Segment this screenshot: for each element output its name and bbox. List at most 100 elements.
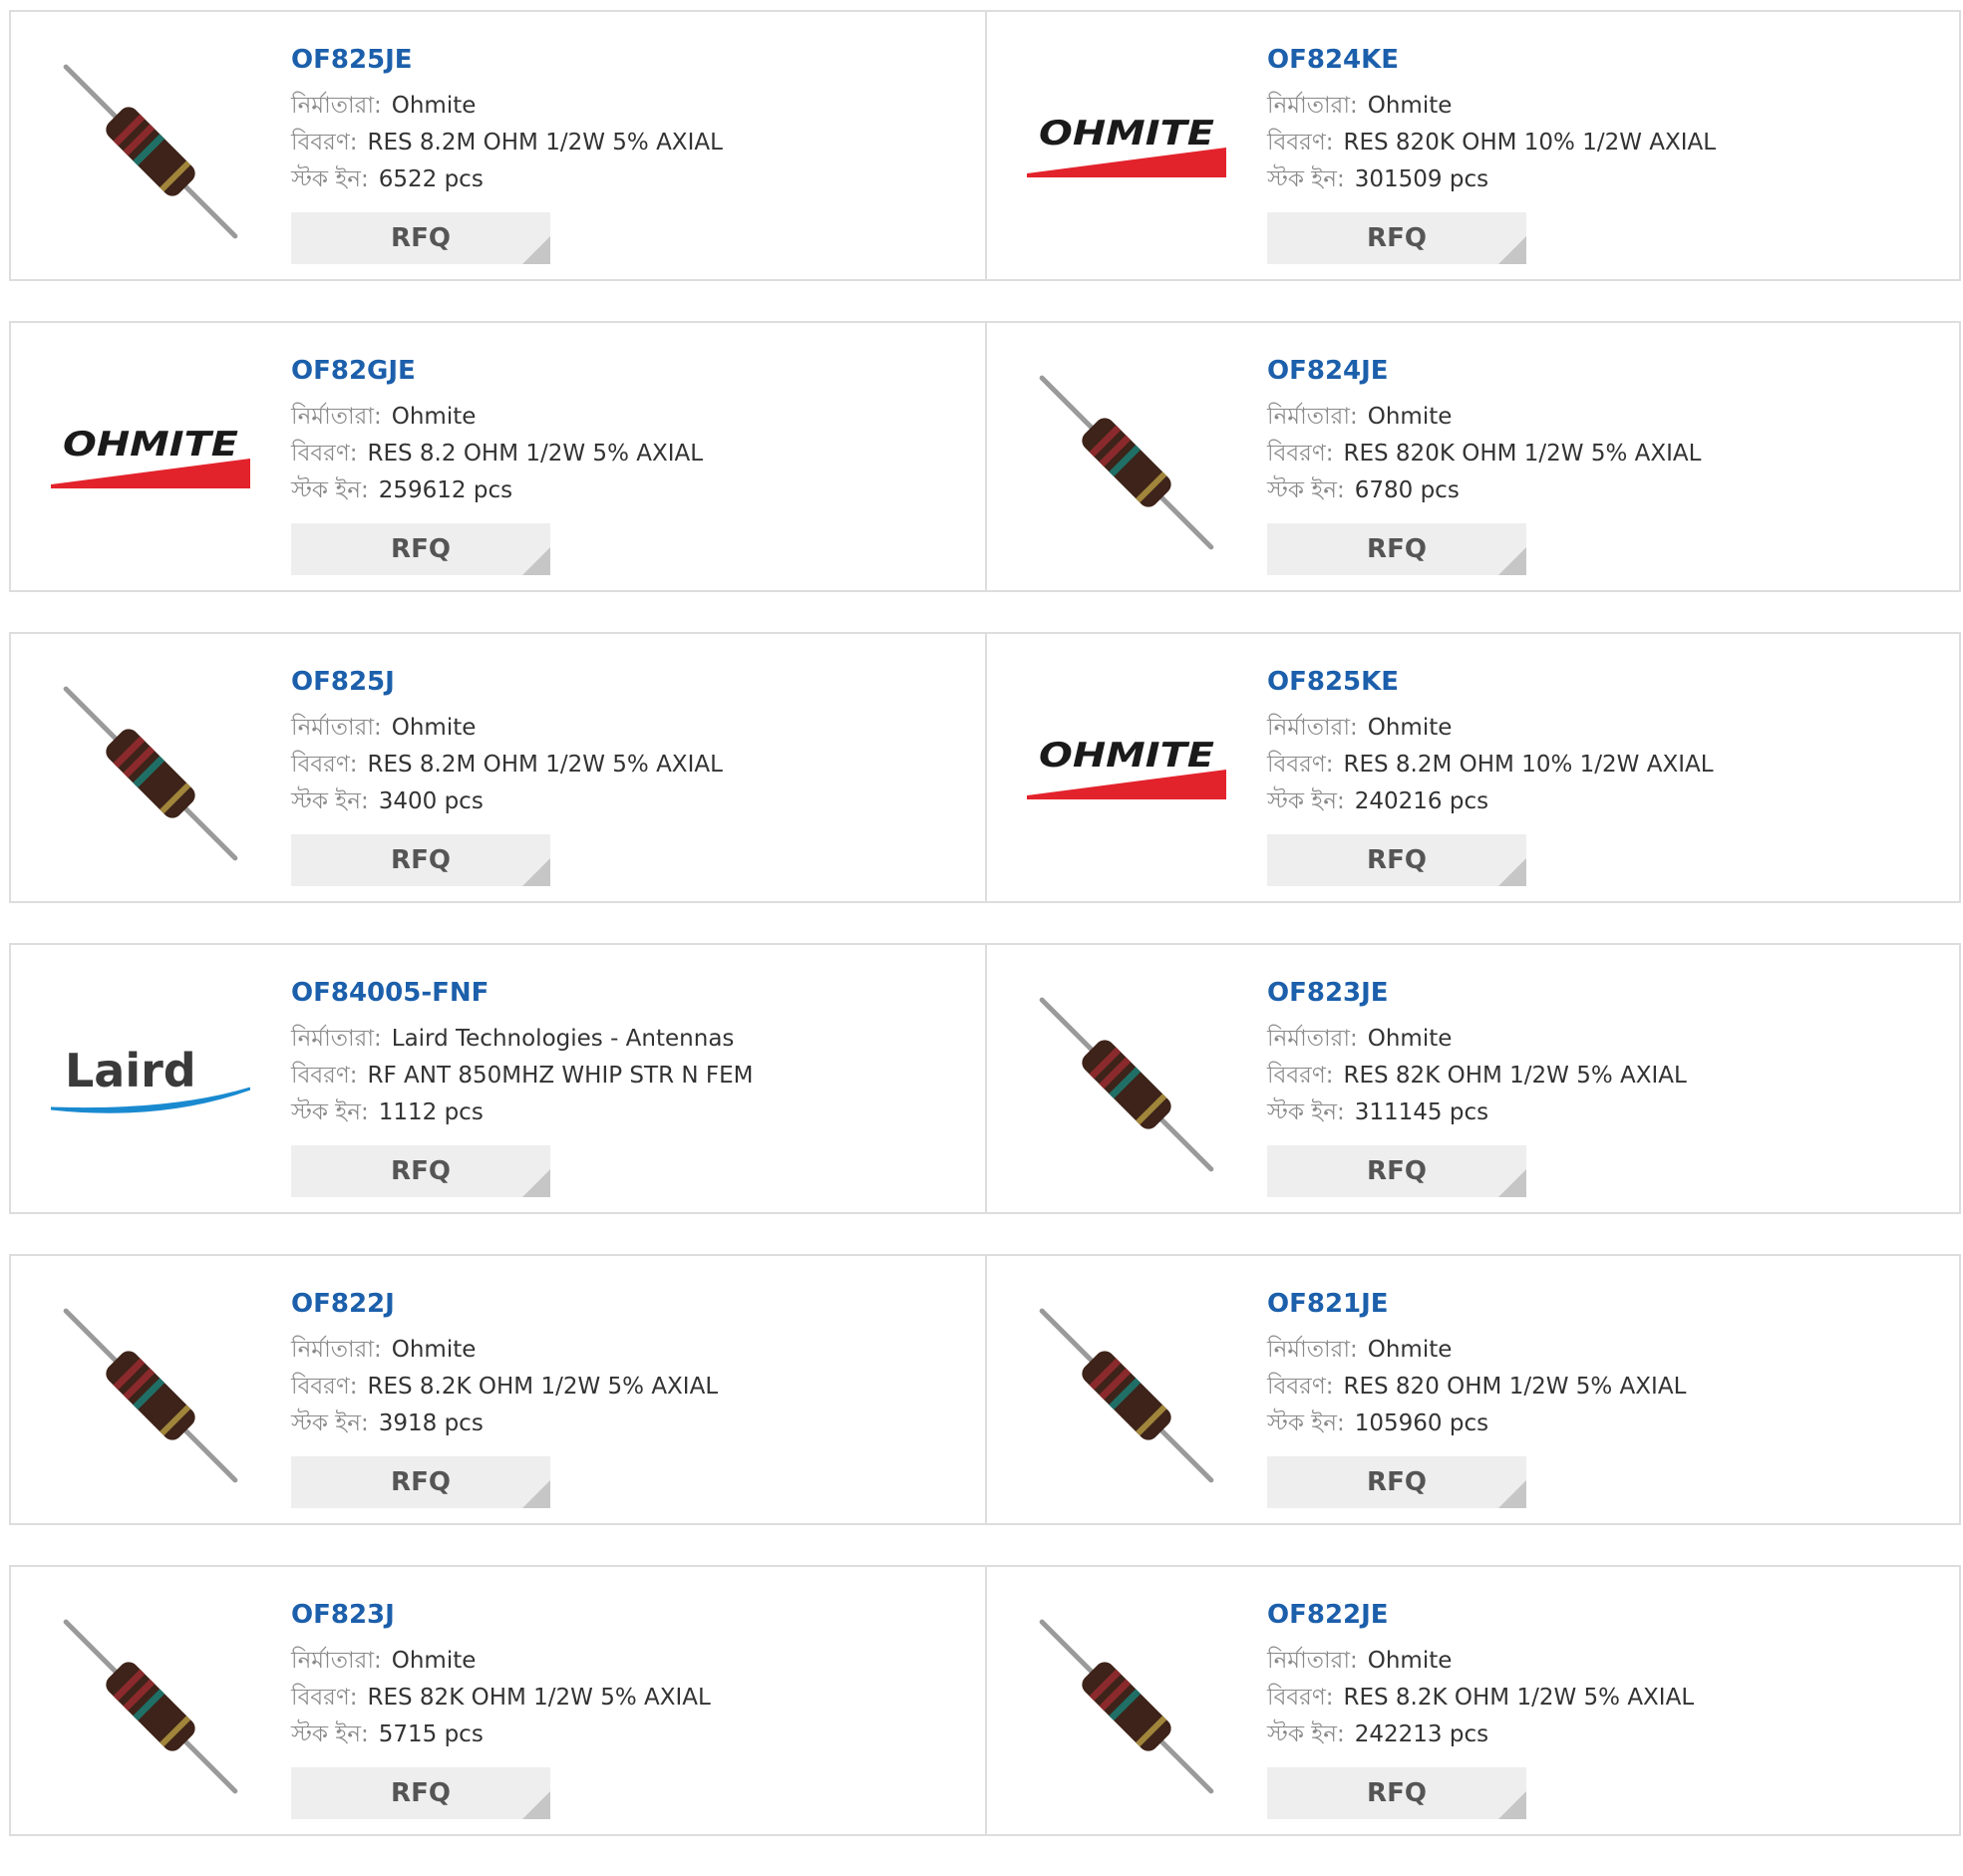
product-image[interactable] (51, 1296, 250, 1495)
manufacturer-line: নির্মাতারা: Ohmite (291, 88, 975, 125)
manufacturer-value: Ohmite (391, 93, 477, 119)
stock-value: 3400 pcs (378, 788, 484, 814)
rfq-button[interactable]: RFQ (291, 1145, 550, 1197)
rfq-button[interactable]: RFQ (291, 523, 550, 575)
manufacturer-label: নির্মাতারা: (1267, 93, 1358, 119)
part-number-link[interactable]: OF82GJE (291, 353, 975, 389)
product-info: OF824JE নির্মাতারা: Ohmite বিবরণ: RES 820K… (1267, 353, 1949, 575)
manufacturer-value: Ohmite (1367, 1337, 1453, 1363)
product-card: OF824JE নির্মাতারা: Ohmite বিবরণ: RES 820K… (985, 323, 1959, 590)
rfq-button[interactable]: RFQ (291, 834, 550, 886)
manufacturer-label: নির্মাতারা: (1267, 715, 1358, 741)
resistor-icon (1039, 375, 1214, 550)
manufacturer-line: নির্মাতারা: Ohmite (1267, 1643, 1949, 1680)
product-info: OF824KE নির্মাতারা: Ohmite বিবরণ: RES 820K… (1267, 42, 1949, 264)
rfq-button[interactable]: RFQ (1267, 834, 1526, 886)
description-value: RF ANT 850MHZ WHIP STR N FEM (367, 1063, 754, 1089)
product-image[interactable]: Laird (51, 985, 250, 1184)
rfq-label: RFQ (391, 1467, 451, 1497)
stock-line: স্টক ইন: 311145 pcs (1267, 1094, 1949, 1131)
manufacturer-label: নির্মাতারা: (1267, 404, 1358, 430)
product-image[interactable]: OHMITE (1027, 674, 1226, 873)
manufacturer-label: নির্মাতারা: (1267, 1337, 1358, 1363)
corner-triangle-icon (522, 236, 550, 264)
description-value: RES 8.2K OHM 1/2W 5% AXIAL (367, 1374, 719, 1400)
description-label: বিবরণ: (291, 1063, 358, 1089)
rfq-label: RFQ (1367, 1778, 1427, 1808)
product-row: OF823J নির্মাতারা: Ohmite বিবরণ: RES 82K O… (9, 1565, 1961, 1836)
corner-triangle-icon (522, 858, 550, 886)
part-number-link[interactable]: OF824JE (1267, 353, 1949, 389)
product-image[interactable] (1027, 1607, 1226, 1806)
stock-label: স্টক ইন: (1267, 1410, 1345, 1436)
product-image[interactable] (1027, 985, 1226, 1184)
manufacturer-value: Ohmite (391, 1337, 477, 1363)
part-number-link[interactable]: OF825JE (291, 42, 975, 78)
stock-line: স্টক ইন: 105960 pcs (1267, 1406, 1949, 1442)
stock-label: স্টক ইন: (291, 788, 369, 814)
product-image[interactable] (51, 52, 250, 251)
rfq-button[interactable]: RFQ (1267, 1456, 1526, 1508)
description-value: RES 8.2M OHM 10% 1/2W AXIAL (1343, 752, 1714, 778)
ohmite-logo-icon: OHMITE (1027, 114, 1226, 177)
product-image[interactable]: OHMITE (51, 363, 250, 562)
stock-value: 105960 pcs (1354, 1410, 1489, 1436)
rfq-button[interactable]: RFQ (291, 1456, 550, 1508)
stock-value: 6522 pcs (378, 166, 484, 192)
product-info: OF82GJE নির্মাতারা: Ohmite বিবরণ: RES 8.2 … (291, 353, 975, 575)
corner-triangle-icon (522, 1169, 550, 1197)
part-number-link[interactable]: OF824KE (1267, 42, 1949, 78)
product-image[interactable] (51, 674, 250, 873)
description-label: বিবরণ: (291, 752, 358, 778)
rfq-button[interactable]: RFQ (1267, 523, 1526, 575)
manufacturer-line: নির্মাতারা: Ohmite (291, 399, 975, 436)
manufacturer-line: নির্মাতারা: Ohmite (1267, 399, 1949, 436)
product-image[interactable] (51, 1607, 250, 1806)
manufacturer-label: নির্মাতারা: (291, 1648, 382, 1674)
rfq-button[interactable]: RFQ (291, 1767, 550, 1819)
description-value: RES 8.2 OHM 1/2W 5% AXIAL (367, 441, 704, 467)
part-number-link[interactable]: OF821JE (1267, 1286, 1949, 1322)
product-card: OF825J নির্মাতারা: Ohmite বিবরণ: RES 8.2M … (11, 634, 985, 901)
part-number-link[interactable]: OF825KE (1267, 664, 1949, 700)
product-image[interactable] (1027, 1296, 1226, 1495)
part-number-link[interactable]: OF825J (291, 664, 975, 700)
rfq-button[interactable]: RFQ (1267, 1767, 1526, 1819)
rfq-button[interactable]: RFQ (291, 212, 550, 264)
manufacturer-label: নির্মাতারা: (291, 404, 382, 430)
logo-text: OHMITE (63, 425, 238, 465)
manufacturer-label: নির্মাতারা: (291, 715, 382, 741)
manufacturer-line: নির্মাতারা: Laird Technologies - Antennas (291, 1021, 975, 1058)
product-image[interactable] (1027, 363, 1226, 562)
manufacturer-label: নির্মাতারা: (291, 93, 382, 119)
resistor-icon (63, 686, 238, 861)
stock-value: 259612 pcs (378, 477, 513, 503)
stock-label: স্টক ইন: (291, 1410, 369, 1436)
resistor-icon (1039, 997, 1214, 1172)
description-line: বিবরণ: RES 820 OHM 1/2W 5% AXIAL (1267, 1369, 1949, 1406)
manufacturer-label: নির্মাতারা: (291, 1026, 382, 1052)
stock-label: স্টক ইন: (1267, 477, 1345, 503)
description-label: বিবরণ: (1267, 130, 1334, 156)
corner-triangle-icon (1498, 1169, 1526, 1197)
manufacturer-value: Ohmite (1367, 93, 1453, 119)
rfq-button[interactable]: RFQ (1267, 1145, 1526, 1197)
part-number-link[interactable]: OF823JE (1267, 975, 1949, 1011)
description-line: বিবরণ: RES 8.2M OHM 1/2W 5% AXIAL (291, 747, 975, 783)
product-row: Laird OF84005-FNF নির্মাতারা: Laird Techn… (9, 943, 1961, 1214)
part-number-link[interactable]: OF84005-FNF (291, 975, 975, 1011)
stock-line: স্টক ইন: 3400 pcs (291, 783, 975, 820)
stock-line: স্টক ইন: 5715 pcs (291, 1717, 975, 1753)
manufacturer-value: Ohmite (1367, 404, 1453, 430)
product-row: OF825JE নির্মাতারা: Ohmite বিবরণ: RES 8.2M… (9, 10, 1961, 281)
ohmite-logo-icon: OHMITE (1027, 736, 1226, 799)
part-number-link[interactable]: OF823J (291, 1597, 975, 1633)
rfq-button[interactable]: RFQ (1267, 212, 1526, 264)
product-image[interactable]: OHMITE (1027, 52, 1226, 251)
product-row: OF825J নির্মাতারা: Ohmite বিবরণ: RES 8.2M … (9, 632, 1961, 903)
part-number-link[interactable]: OF822JE (1267, 1597, 1949, 1633)
part-number-link[interactable]: OF822J (291, 1286, 975, 1322)
rfq-label: RFQ (391, 1778, 451, 1808)
product-card: OF821JE নির্মাতারা: Ohmite বিবরণ: RES 820 … (985, 1256, 1959, 1523)
manufacturer-label: নির্মাতারা: (291, 1337, 382, 1363)
